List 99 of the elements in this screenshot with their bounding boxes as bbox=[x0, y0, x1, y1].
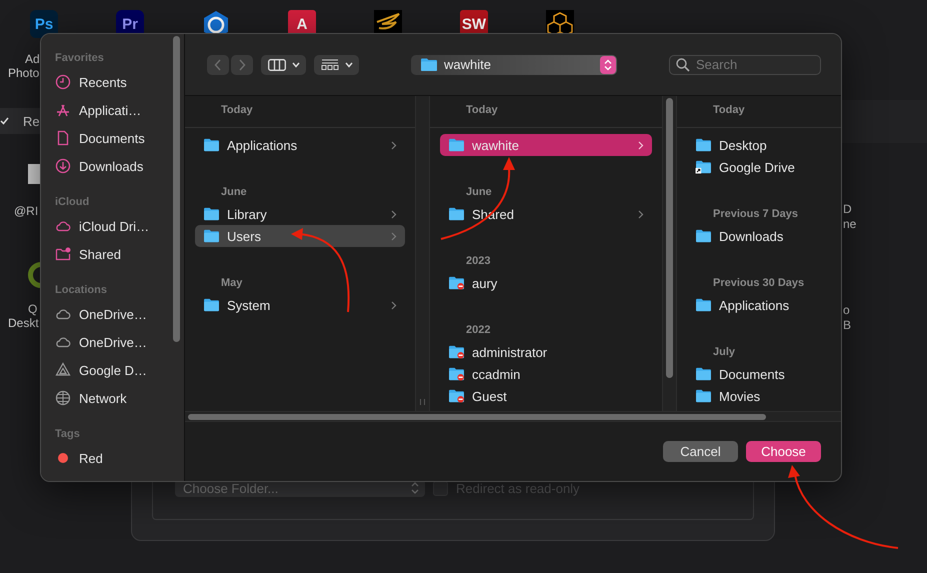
sidebar-item[interactable]: Network bbox=[55, 384, 184, 412]
sidebar-section-title: Locations bbox=[55, 283, 108, 298]
folder-row[interactable]: Applications bbox=[687, 294, 831, 316]
group-view-button[interactable] bbox=[314, 54, 359, 74]
document-icon bbox=[55, 130, 71, 146]
shared-folder-icon bbox=[55, 246, 71, 262]
sidebar-item[interactable]: Shared bbox=[55, 240, 184, 268]
search-icon bbox=[676, 58, 690, 72]
scrollbar[interactable] bbox=[173, 36, 180, 342]
chevron-left-icon bbox=[214, 58, 222, 70]
group-header: 2022 bbox=[465, 323, 492, 338]
group-header: Previous 7 Days bbox=[712, 207, 799, 222]
column-view-button[interactable] bbox=[261, 54, 306, 74]
app-label: Ad bbox=[25, 52, 40, 66]
folder-row[interactable]: Google Drive bbox=[687, 156, 831, 178]
app-icon[interactable]: Ps bbox=[30, 10, 58, 38]
chevron-right-icon bbox=[238, 58, 246, 70]
checkmark-icon bbox=[0, 117, 9, 125]
choose-button[interactable]: Choose bbox=[746, 441, 821, 462]
group-header: May bbox=[220, 276, 244, 291]
up-down-arrows-icon bbox=[411, 482, 419, 494]
folder-icon bbox=[203, 138, 220, 152]
chevron-icon bbox=[638, 210, 644, 218]
chevron-icon bbox=[391, 140, 397, 150]
alias-folder-icon bbox=[695, 160, 712, 174]
app-label: Deskt bbox=[8, 316, 39, 330]
app-label: Photo bbox=[8, 66, 40, 80]
sidebar-item[interactable]: Downloads bbox=[55, 152, 184, 180]
label-text: ne bbox=[843, 217, 856, 231]
group-header: 2023 bbox=[465, 254, 492, 269]
group-header: June bbox=[465, 185, 493, 200]
sidebar-section-title: Favorites bbox=[55, 51, 105, 66]
sidebar-item[interactable]: Recents bbox=[55, 68, 184, 96]
folder-icon bbox=[695, 298, 712, 312]
group-header: Today bbox=[677, 96, 841, 128]
group-header: Previous 30 Days bbox=[712, 276, 806, 291]
folder-icon bbox=[203, 207, 220, 221]
globe-icon bbox=[55, 390, 71, 406]
folder-row[interactable]: administrator bbox=[440, 341, 652, 363]
columns-icon bbox=[268, 58, 286, 70]
applications-icon bbox=[55, 102, 71, 118]
folder-row[interactable]: Desktop bbox=[687, 134, 831, 156]
restricted-folder-icon bbox=[448, 389, 465, 403]
sidebar-section-title: iCloud bbox=[55, 195, 90, 210]
folder-icon bbox=[448, 138, 465, 152]
chevron-icon bbox=[391, 232, 397, 240]
app-label: Q bbox=[28, 302, 38, 316]
sidebar-item[interactable]: Google D… bbox=[55, 356, 184, 384]
label-text: D bbox=[843, 202, 852, 216]
group-header: June bbox=[220, 185, 248, 200]
sidebar-item[interactable]: Red bbox=[55, 444, 184, 472]
folder-row[interactable]: System bbox=[195, 294, 405, 316]
folder-icon bbox=[695, 389, 712, 403]
restricted-folder-icon bbox=[448, 367, 465, 381]
drive-icon bbox=[55, 362, 71, 378]
group-header: July bbox=[712, 345, 736, 360]
chevron-icon bbox=[391, 300, 397, 310]
scrollbar[interactable] bbox=[185, 411, 841, 422]
folder-icon bbox=[203, 229, 220, 243]
stepper-icon[interactable] bbox=[600, 56, 616, 74]
folder-row[interactable]: Downloads bbox=[687, 225, 831, 247]
folder-icon bbox=[695, 138, 712, 152]
folder-icon bbox=[203, 298, 220, 312]
chevron-icon bbox=[391, 210, 397, 218]
back-button[interactable] bbox=[207, 54, 229, 74]
folder-row[interactable]: ccadmin bbox=[440, 363, 652, 385]
sidebar-section-title: Tags bbox=[55, 427, 81, 442]
cancel-button[interactable]: Cancel bbox=[663, 441, 738, 462]
folder-row[interactable]: Guest bbox=[440, 385, 652, 407]
sidebar-item[interactable]: OneDrive… bbox=[55, 300, 184, 328]
label-text: B bbox=[843, 318, 852, 332]
sidebar-item[interactable]: OneDrive… bbox=[55, 328, 184, 356]
folder-row[interactable]: Movies bbox=[687, 385, 831, 407]
label-text: o bbox=[843, 303, 850, 317]
restricted-folder-icon bbox=[448, 276, 465, 290]
forward-button[interactable] bbox=[231, 54, 253, 74]
folder-row[interactable]: Applications bbox=[195, 134, 405, 156]
folder-row[interactable]: Documents bbox=[687, 363, 831, 385]
app-label: @RI bbox=[14, 204, 38, 218]
caret-icon bbox=[292, 62, 300, 68]
download-icon bbox=[55, 158, 71, 174]
folder-icon bbox=[421, 58, 437, 71]
folder-icon bbox=[695, 367, 712, 381]
chevron-icon bbox=[638, 140, 644, 150]
folder-icon bbox=[695, 229, 712, 243]
folder-row[interactable]: aury bbox=[440, 272, 652, 294]
folder-icon bbox=[448, 207, 465, 221]
folder-row[interactable]: Users bbox=[195, 225, 405, 247]
clock-icon bbox=[55, 74, 71, 90]
restricted-folder-icon bbox=[448, 345, 465, 359]
location-popup[interactable]: wawhite bbox=[411, 54, 617, 74]
resize-handle[interactable] bbox=[415, 96, 430, 411]
scrollbar[interactable] bbox=[662, 96, 677, 411]
folder-row[interactable]: Library bbox=[195, 203, 405, 225]
sidebar-item[interactable]: iCloud Dri… bbox=[55, 212, 184, 240]
folder-row[interactable]: wawhite bbox=[440, 134, 652, 156]
search-field[interactable]: Search bbox=[669, 54, 821, 74]
caret-icon bbox=[344, 62, 352, 68]
grid-icon bbox=[320, 58, 338, 70]
